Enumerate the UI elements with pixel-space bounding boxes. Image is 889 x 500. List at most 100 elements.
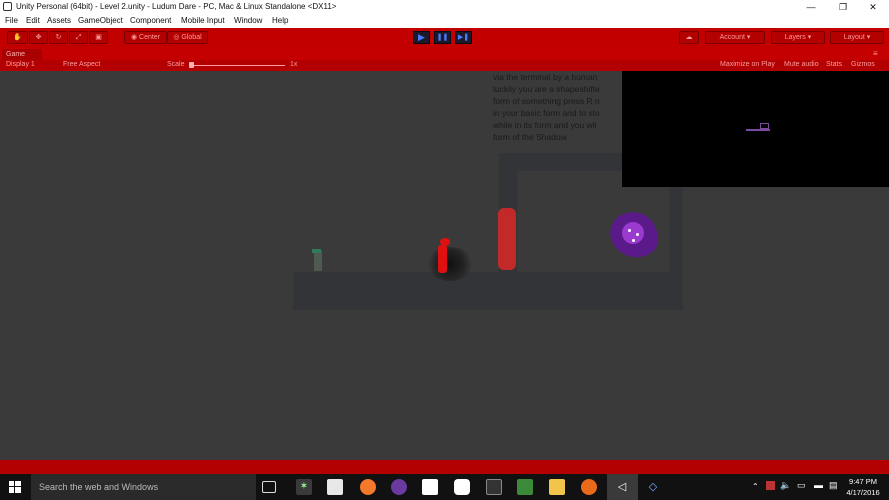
layers-label: Layers [784, 34, 806, 41]
enemy-eye [632, 239, 635, 242]
aspect-dropdown[interactable]: Free Aspect [63, 61, 100, 68]
layers-dropdown[interactable]: Layers ▾ [771, 31, 825, 44]
player-body [438, 245, 447, 273]
pause-icon: ❚❚ [436, 34, 449, 41]
game-tab-label: Game [6, 51, 26, 58]
tray-app-icon[interactable] [766, 481, 775, 490]
volume-icon[interactable]: 🔈 [780, 480, 791, 491]
search-placeholder: Search the web and Windows [39, 482, 159, 492]
tutorial-line: via the terminal by a human [493, 72, 598, 82]
status-bar [0, 460, 889, 474]
menu-bar: File Edit Assets GameObject Component Mo… [0, 14, 889, 28]
battery-icon[interactable]: ▬ [814, 480, 823, 490]
menu-file[interactable]: File [5, 16, 18, 25]
tutorial-line: form of the Shadow [493, 132, 567, 142]
terminal-icon[interactable] [486, 479, 502, 495]
menu-component[interactable]: Component [130, 16, 171, 25]
network-icon[interactable]: ▭ [797, 480, 806, 491]
tutorial-line: while in its form and you wil [493, 120, 597, 130]
tutorial-text: via the terminal by a human luckily you … [493, 71, 628, 143]
app-icon-1[interactable]: ✶ [296, 479, 312, 495]
play-button[interactable]: ▶ [413, 31, 430, 44]
menu-gameobject[interactable]: GameObject [78, 16, 123, 25]
account-dropdown[interactable]: Account ▾ [705, 31, 765, 44]
store-icon[interactable] [422, 479, 438, 495]
menu-assets[interactable]: Assets [47, 16, 71, 25]
maximize-on-play-toggle[interactable]: Maximize on Play [720, 61, 775, 68]
window-title-bar: Unity Personal (64bit) - Level 2.unity -… [0, 0, 889, 14]
unity-logo-icon [3, 2, 12, 11]
menu-window[interactable]: Window [234, 16, 262, 25]
window-title: Unity Personal (64bit) - Level 2.unity -… [16, 2, 337, 11]
minimize-button[interactable]: — [795, 0, 827, 14]
minimap-room [760, 123, 769, 129]
game-tab-row: Game ≡ [0, 48, 889, 60]
terminal-sprite [314, 251, 322, 271]
mute-audio-toggle[interactable]: Mute audio [784, 61, 819, 68]
tutorial-line: form of something press R n [493, 96, 600, 106]
scale-slider[interactable] [190, 65, 285, 66]
enemy-eye [636, 233, 639, 236]
gizmos-dropdown[interactable]: Gizmos [851, 61, 875, 68]
rotate-tool-icon[interactable]: ↻ [49, 31, 68, 44]
tab-game[interactable]: Game [2, 49, 42, 60]
clock-date: 4/17/2016 [846, 488, 880, 497]
scale-tool-icon[interactable]: ⤢ [69, 31, 88, 44]
hand-tool-icon[interactable]: ✋ [7, 31, 28, 44]
file-explorer-icon[interactable] [549, 479, 565, 495]
pivot-global-label: Global [181, 34, 202, 41]
editor-toolbar: ✋ ✥ ↻ ⤢ ▣ ◉ Center ◎ Global ▶ ❚❚ ▶❚ ☁ Ac… [0, 28, 889, 48]
layout-dropdown[interactable]: Layout ▾ [830, 31, 884, 44]
minimap [622, 71, 889, 187]
layout-label: Layout [843, 34, 865, 41]
app-icon-2[interactable] [327, 479, 343, 495]
minimap-platform [746, 129, 770, 131]
cloud-icon[interactable]: ☁ [679, 31, 699, 44]
menu-mobile-input[interactable]: Mobile Input [181, 16, 225, 25]
account-label: Account [719, 34, 745, 41]
ground-platform [293, 272, 683, 310]
scale-value: 1x [290, 61, 298, 68]
menu-edit[interactable]: Edit [26, 16, 40, 25]
tutorial-line: luckily you are a shapeshifte [493, 84, 600, 94]
unity-hub-icon[interactable]: ◇ [645, 479, 661, 495]
red-door [498, 208, 516, 270]
scale-slider-thumb[interactable] [189, 62, 194, 68]
pivot-global-button[interactable]: ◎ Global [167, 31, 208, 44]
clock[interactable]: 9:47 PM 4/17/2016 [840, 476, 886, 498]
shadow-particles [426, 247, 474, 281]
stats-toggle[interactable]: Stats [826, 61, 842, 68]
keyboard-icon[interactable]: ▤ [829, 480, 838, 491]
scale-label: Scale [167, 61, 185, 68]
search-box[interactable]: Search the web and Windows [31, 474, 256, 500]
game-viewport[interactable]: via the terminal by a human luckily you … [0, 71, 889, 460]
rect-tool-icon[interactable]: ▣ [89, 31, 108, 44]
chevron-up-icon[interactable]: ⌃ [752, 482, 759, 491]
terminal-screen [312, 249, 321, 253]
pivot-center-button[interactable]: ◉ Center [124, 31, 167, 44]
pause-button[interactable]: ❚❚ [434, 31, 451, 44]
tutorial-line: in your basic form and to sto [493, 108, 600, 118]
windows-taskbar: Search the web and Windows ✶ ◁ ◇ ⌃ 🔈 ▭ ▬… [0, 474, 889, 500]
game-view-toolbar: Display 1 Free Aspect Scale 1x Maximize … [0, 60, 889, 71]
app-icon-4[interactable] [391, 479, 407, 495]
close-button[interactable]: ✕ [857, 0, 889, 14]
tab-menu-icon[interactable]: ≡ [873, 49, 878, 58]
clock-time: 9:47 PM [849, 477, 877, 486]
windows-start-icon[interactable] [9, 481, 21, 493]
app-icon-8[interactable] [517, 479, 533, 495]
camera-icon[interactable] [454, 479, 470, 495]
enemy-eye [628, 229, 631, 232]
unity-icon: ◁ [617, 481, 627, 493]
play-icon: ▶ [418, 32, 425, 42]
display-dropdown[interactable]: Display 1 [6, 61, 35, 68]
step-button[interactable]: ▶❚ [455, 31, 472, 44]
menu-help[interactable]: Help [272, 16, 288, 25]
move-tool-icon[interactable]: ✥ [29, 31, 48, 44]
task-view-icon[interactable] [262, 481, 276, 493]
step-icon: ▶❚ [457, 34, 470, 41]
blender-icon[interactable] [360, 479, 376, 495]
pivot-center-label: Center [139, 34, 161, 41]
restore-button[interactable]: ❐ [827, 0, 859, 14]
firefox-icon[interactable] [581, 479, 597, 495]
